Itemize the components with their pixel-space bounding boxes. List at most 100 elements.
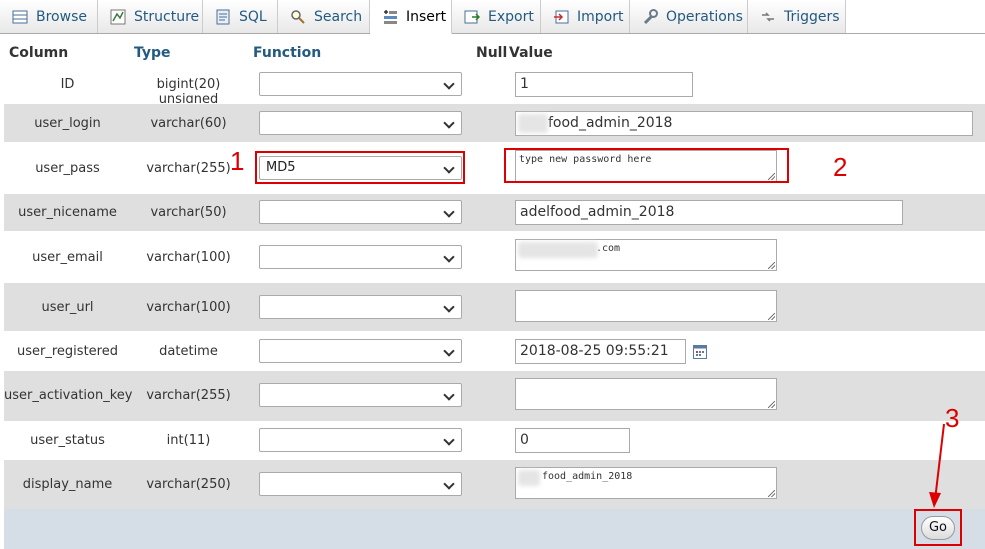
insert-icon	[382, 9, 398, 25]
chevron-down-icon	[443, 78, 455, 90]
redacted-blur	[518, 470, 540, 486]
chevron-down-icon	[443, 251, 455, 263]
chevron-down-icon	[443, 478, 455, 490]
annotation-number-1: 1	[230, 146, 245, 176]
annotation-box-value	[504, 148, 789, 183]
table-row: user_registered datetime 2018-08-25 09:5…	[4, 331, 985, 370]
resize-grip-icon[interactable]	[768, 313, 775, 320]
annotation-number-2: 2	[833, 152, 848, 182]
tab-label: Export	[488, 8, 534, 25]
calendar-icon[interactable]	[693, 345, 707, 359]
function-select[interactable]	[259, 339, 462, 363]
tab-structure[interactable]: Structure	[98, 0, 203, 33]
header-type[interactable]: Type	[134, 45, 171, 61]
tab-bar: Browse Structure SQL Search Insert Expor…	[0, 0, 985, 34]
redacted-blur	[518, 242, 598, 258]
tab-sql[interactable]: SQL	[203, 0, 278, 33]
function-select[interactable]	[259, 383, 462, 407]
table-row: user_login varchar(60) food_admin_2018	[4, 103, 985, 142]
function-select[interactable]	[259, 295, 462, 319]
operations-icon	[642, 8, 658, 25]
tab-browse[interactable]: Browse	[0, 0, 98, 33]
sql-icon	[215, 9, 231, 25]
column-name: display_name	[22, 477, 113, 492]
column-type: varchar(255)	[146, 161, 231, 176]
value-input[interactable]: 2018-08-25 09:55:21	[515, 339, 686, 364]
tab-label: SQL	[239, 8, 267, 25]
tab-label: Browse	[36, 8, 87, 25]
redacted-blur	[518, 114, 548, 133]
tab-triggers[interactable]: Triggers	[748, 0, 846, 33]
import-icon	[553, 9, 569, 25]
header-column: Column	[9, 45, 69, 61]
chevron-down-icon	[443, 206, 455, 218]
chevron-down-icon	[443, 117, 455, 129]
resize-grip-icon[interactable]	[768, 490, 775, 497]
value-textarea[interactable]	[515, 378, 777, 410]
tab-label: Structure	[134, 8, 200, 25]
column-name: user_url	[41, 300, 94, 315]
tab-label: Triggers	[784, 8, 840, 25]
browse-icon	[12, 9, 28, 25]
tab-operations[interactable]: Operations	[630, 0, 748, 33]
tab-import[interactable]: Import	[541, 0, 630, 33]
table-row: user_nicename varchar(50) adelfood_admin…	[4, 193, 985, 231]
value-input[interactable]: food_admin_2018	[515, 111, 973, 136]
column-type: datetime	[159, 344, 218, 359]
annotation-box-go	[914, 509, 962, 546]
column-name: user_status	[30, 433, 105, 448]
function-select[interactable]	[259, 472, 462, 496]
column-type: int(11)	[166, 433, 211, 448]
column-name: user_nicename	[18, 205, 117, 220]
chevron-down-icon	[443, 345, 455, 357]
column-name: user_registered	[17, 344, 118, 359]
column-type: varchar(60)	[150, 116, 227, 131]
triggers-icon	[760, 9, 776, 25]
function-select[interactable]	[259, 111, 462, 135]
structure-icon	[110, 9, 126, 25]
tab-search[interactable]: Search	[278, 0, 370, 33]
table-row: user_status int(11) 0	[4, 421, 985, 459]
table-row: ID bigint(20) unsigned 1	[4, 65, 985, 107]
table-row: user_url varchar(100)	[4, 282, 985, 331]
search-icon	[290, 9, 306, 25]
column-type: varchar(250)	[146, 477, 231, 492]
tab-label: Search	[314, 8, 363, 25]
value-textarea[interactable]	[515, 290, 777, 322]
function-select[interactable]	[259, 245, 462, 269]
chevron-down-icon	[443, 301, 455, 313]
value-input[interactable]: adelfood_admin_2018	[515, 200, 903, 225]
header-value: Value	[509, 45, 553, 61]
resize-grip-icon[interactable]	[768, 401, 775, 408]
tab-insert[interactable]: Insert	[370, 0, 452, 34]
column-name: user_email	[32, 250, 103, 265]
function-select[interactable]	[259, 428, 462, 452]
table-row: user_activation_key varchar(255)	[4, 370, 985, 421]
table-row: user_email varchar(100) .com	[4, 231, 985, 282]
chevron-down-icon	[443, 389, 455, 401]
header-null: Null	[476, 45, 508, 61]
tab-label: Insert	[406, 8, 447, 25]
column-name: ID	[60, 77, 75, 92]
annotation-box-function	[255, 151, 465, 184]
column-type: varchar(50)	[150, 205, 227, 220]
form-footer	[4, 509, 985, 549]
function-select[interactable]	[259, 200, 462, 224]
column-name: user_pass	[35, 161, 100, 176]
chevron-down-icon	[443, 434, 455, 446]
value-textarea[interactable]: food_admin_2018	[515, 467, 777, 499]
column-name: user_activation_key	[4, 388, 133, 403]
table-header: Column Type Function Null Value	[4, 44, 985, 64]
value-input[interactable]: 0	[515, 428, 630, 453]
export-icon	[464, 9, 480, 25]
resize-grip-icon[interactable]	[768, 262, 775, 269]
annotation-arrow-icon	[929, 423, 945, 508]
column-type: varchar(255)	[146, 388, 231, 403]
table-row: display_name varchar(250) food_admin_201…	[4, 459, 985, 509]
tab-label: Operations	[666, 8, 743, 25]
header-function[interactable]: Function	[253, 45, 321, 61]
value-input[interactable]: 1	[515, 72, 693, 97]
column-name: user_login	[34, 116, 101, 131]
tab-export[interactable]: Export	[452, 0, 541, 33]
function-select[interactable]	[259, 72, 462, 96]
